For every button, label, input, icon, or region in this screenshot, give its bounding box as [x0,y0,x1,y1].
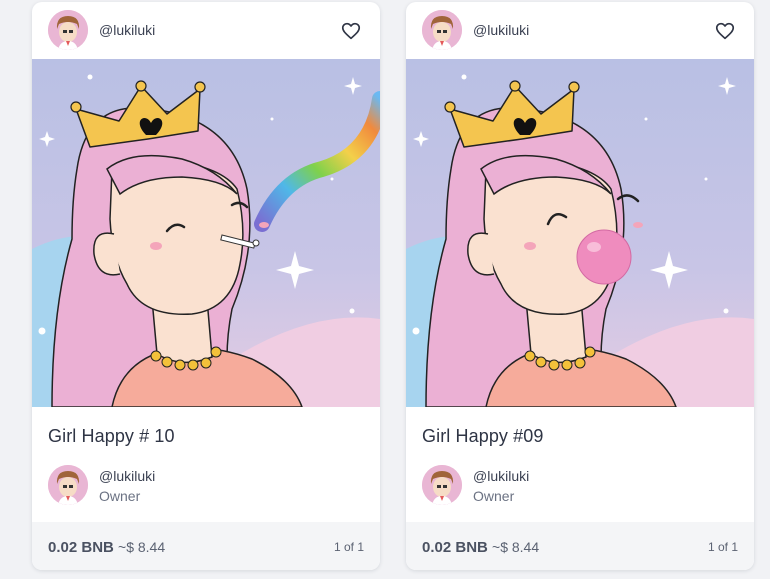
owner-role-label: Owner [473,488,515,504]
nft-card[interactable]: @lukiluki [406,2,754,570]
price: 0.02 BNB ~$ 8.44 [48,539,165,556]
card-footer: 0.02 BNB ~$ 8.44 1 of 1 [32,522,380,570]
nft-artwork[interactable] [406,59,754,407]
owner-role-label: Owner [99,488,141,504]
price-usd: ~$ 8.44 [492,539,540,555]
owner-avatar[interactable] [48,465,88,505]
price-usd: ~$ 8.44 [118,539,166,555]
author-handle[interactable]: @lukiluki [473,22,529,38]
owner-handle[interactable]: @lukiluki [99,468,155,484]
edition-count: 1 of 1 [707,540,738,554]
owner-avatar[interactable] [422,465,462,505]
author-avatar[interactable] [48,10,88,50]
price-bnb: 0.02 BNB [422,539,488,556]
nft-title[interactable]: Girl Happy #09 [422,426,543,447]
nft-title[interactable]: Girl Happy # 10 [48,426,175,447]
heart-icon[interactable] [340,20,362,42]
author-avatar[interactable] [422,10,462,50]
price-bnb: 0.02 BNB [48,539,114,556]
card-header: @lukiluki [32,2,380,58]
heart-icon[interactable] [714,20,736,42]
owner-handle[interactable]: @lukiluki [473,468,529,484]
edition-count: 1 of 1 [333,540,364,554]
author-handle[interactable]: @lukiluki [99,22,155,38]
nft-artwork[interactable] [32,59,380,407]
card-footer: 0.02 BNB ~$ 8.44 1 of 1 [406,522,754,570]
price: 0.02 BNB ~$ 8.44 [422,539,539,556]
nft-card[interactable]: @lukiluki [32,2,380,570]
card-header: @lukiluki [406,2,754,58]
